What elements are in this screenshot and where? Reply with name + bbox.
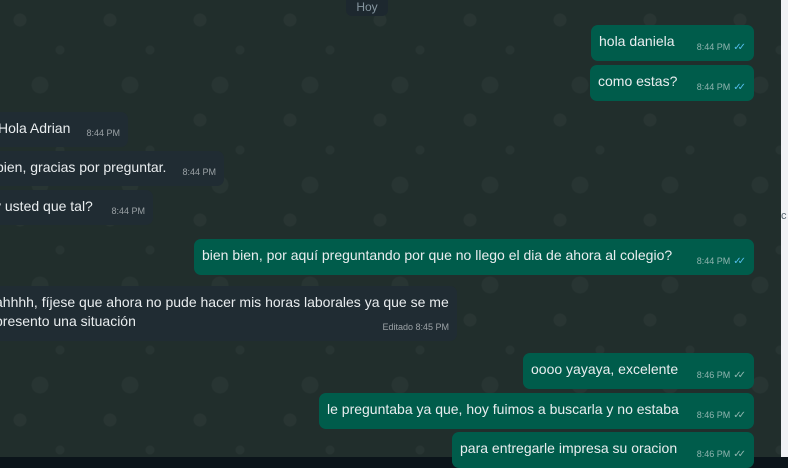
read-ticks-icon: ✓✓	[733, 256, 746, 267]
message-time: 8:44 PM	[111, 206, 145, 216]
message-meta: Editado 8:45 PM	[382, 318, 449, 337]
message-meta: 8:44 PM	[111, 202, 145, 221]
message-text: bien bien, por aquí preguntando por que …	[202, 247, 673, 263]
message-meta: 8:44 PM ✓✓	[697, 38, 746, 57]
message-outgoing[interactable]: oooo yayaya, excelente 8:46 PM ✓✓	[523, 353, 754, 389]
message-outgoing[interactable]: bien bien, por aquí preguntando por que …	[194, 239, 754, 275]
message-incoming[interactable]: bien, gracias por preguntar. 8:44 PM	[0, 151, 224, 186]
message-text-line-1: ahhhh, fíjese que ahora no pude hacer mi…	[0, 294, 449, 310]
message-edited-time: Editado 8:45 PM	[382, 322, 449, 332]
message-outgoing[interactable]: le preguntaba ya que, hoy fuimos a busca…	[319, 393, 754, 429]
side-panel-edge	[781, 0, 788, 457]
message-time: 8:44 PM	[182, 167, 216, 177]
message-time: 8:46 PM	[696, 370, 731, 380]
message-incoming[interactable]: ahhhh, fíjese que ahora no pude hacer mi…	[0, 286, 457, 341]
message-incoming[interactable]: Hola Adrian 8:44 PM	[0, 112, 128, 147]
message-time: 8:46 PM	[696, 410, 731, 420]
message-time: 8:44 PM	[696, 256, 731, 266]
delivered-ticks-icon: ✓✓	[733, 370, 746, 381]
message-meta: 8:44 PM ✓✓	[697, 252, 746, 271]
read-ticks-icon: ✓✓	[733, 82, 746, 93]
delivered-ticks-icon: ✓✓	[733, 410, 746, 421]
delivered-ticks-icon: ✓✓	[733, 449, 746, 460]
message-meta: 8:44 PM	[182, 163, 216, 182]
message-meta: 8:46 PM ✓✓	[697, 366, 746, 385]
read-ticks-icon: ✓✓	[733, 42, 746, 53]
date-divider: Hoy	[346, 0, 388, 16]
message-time: 8:46 PM	[696, 449, 731, 459]
message-time: 8:44 PM	[696, 82, 731, 92]
message-incoming[interactable]: y usted que tal? 8:44 PM	[0, 190, 153, 225]
message-time: 8:44 PM	[86, 128, 120, 138]
message-meta: 8:46 PM ✓✓	[697, 406, 746, 425]
message-meta: 8:44 PM ✓✓	[697, 78, 746, 97]
message-outgoing[interactable]: para entregarle impresa su oracion 8:46 …	[452, 432, 754, 468]
message-meta: 8:46 PM ✓✓	[697, 445, 746, 464]
message-meta: 8:44 PM	[86, 124, 120, 143]
message-outgoing[interactable]: como estas? 8:44 PM ✓✓	[590, 65, 754, 101]
message-outgoing[interactable]: hola daniela 8:44 PM ✓✓	[591, 25, 754, 61]
message-time: 8:44 PM	[696, 42, 731, 52]
message-text: le preguntaba ya que, hoy fuimos a busca…	[327, 401, 679, 417]
side-panel-glyph: c	[781, 210, 787, 222]
